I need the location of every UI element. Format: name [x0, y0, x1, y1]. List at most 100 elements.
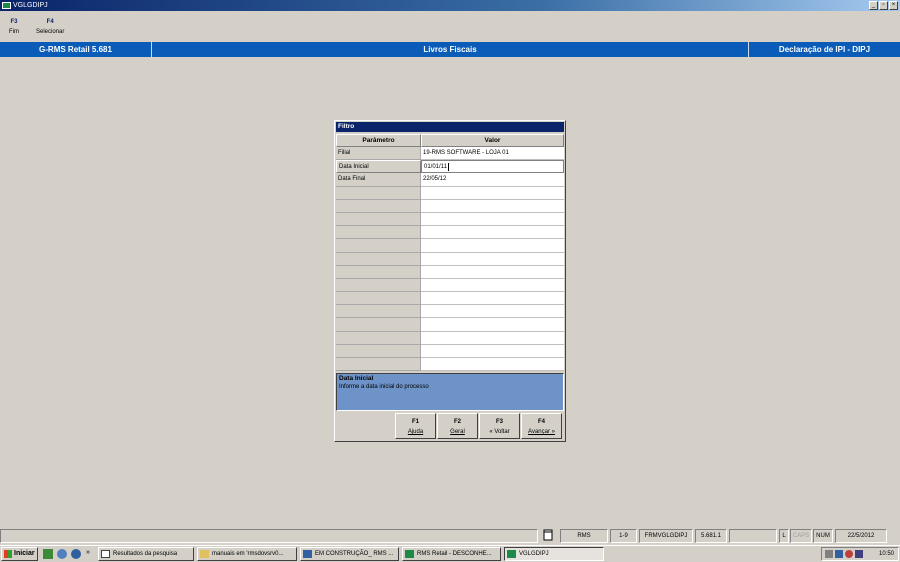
param-data-final: Data Final	[336, 173, 421, 187]
task-label: RMS Retail - DESCONHE...	[417, 551, 492, 557]
ajuda-label: Ajuda	[407, 429, 424, 435]
window-title-bar: VGLGDIPJ _ ▫ ×	[0, 0, 900, 11]
table-row[interactable]	[336, 265, 564, 279]
empty-value-cell[interactable]	[421, 344, 564, 358]
empty-value-cell[interactable]	[421, 292, 564, 306]
status-range: 1-9	[610, 529, 637, 543]
selecionar-key: F4	[46, 19, 54, 25]
volume-icon[interactable]	[855, 550, 863, 558]
description-title: Data Inicial	[339, 375, 374, 382]
status-blank	[729, 529, 777, 543]
status-module: RMS	[560, 529, 608, 543]
ajuda-key: F1	[411, 419, 419, 425]
empty-param-cell	[336, 292, 421, 306]
table-row[interactable]	[336, 278, 564, 293]
security-icon[interactable]	[845, 550, 853, 558]
data-inicial-value: 01/01/11	[424, 164, 447, 171]
taskbar-item[interactable]: RMS Retail - DESCONHE...	[402, 547, 501, 561]
folder-icon	[200, 550, 209, 558]
empty-param-cell	[336, 252, 421, 266]
fim-label: Fim	[9, 29, 19, 35]
empty-value-cell[interactable]	[421, 305, 564, 319]
table-row[interactable]	[336, 199, 564, 213]
empty-value-cell[interactable]	[421, 331, 564, 345]
table-row[interactable]: Data Final 22/05/12	[336, 173, 564, 187]
window-title: VGLGDIPJ	[13, 2, 48, 9]
printer-icon[interactable]	[825, 550, 833, 558]
browser-icon[interactable]	[71, 549, 81, 559]
table-row[interactable]	[336, 358, 564, 372]
network-icon[interactable]	[835, 550, 843, 558]
geral-label: Geral	[450, 429, 465, 435]
empty-value-cell[interactable]	[421, 199, 564, 213]
system-tray: 10:50	[821, 547, 899, 561]
table-row[interactable]	[336, 305, 564, 319]
voltar-button[interactable]: F3 « Voltar	[479, 413, 520, 439]
table-row[interactable]	[336, 292, 564, 306]
status-version: 5.681.1	[695, 529, 727, 543]
status-message	[0, 529, 538, 543]
fim-button[interactable]: F3 Fim	[9, 17, 19, 37]
empty-value-cell[interactable]	[421, 358, 564, 372]
data-inicial-input[interactable]: 01/01/11	[421, 160, 564, 174]
table-row[interactable]	[336, 344, 564, 358]
empty-param-cell	[336, 331, 421, 345]
empty-value-cell[interactable]	[421, 265, 564, 279]
maximize-button[interactable]: ▫	[879, 1, 888, 10]
start-button[interactable]: Iniciar	[1, 547, 38, 561]
table-row[interactable]	[336, 252, 564, 266]
empty-value-cell[interactable]	[421, 239, 564, 253]
table-row[interactable]: Data Inicial 01/01/11	[336, 160, 564, 174]
empty-param-cell	[336, 226, 421, 240]
table-row[interactable]	[336, 318, 564, 332]
excel-icon[interactable]	[43, 549, 53, 559]
empty-value-cell[interactable]	[421, 278, 564, 293]
document-icon	[540, 529, 556, 543]
description-text: Informe a data inicial do processo	[339, 384, 429, 390]
table-row[interactable]	[336, 226, 564, 240]
table-row[interactable]	[336, 331, 564, 345]
app-icon	[2, 2, 11, 9]
empty-value-cell[interactable]	[421, 186, 564, 200]
param-data-inicial: Data Inicial	[336, 160, 421, 174]
empty-param-cell	[336, 212, 421, 227]
fim-key: F3	[10, 19, 18, 25]
filter-grid: Parâmetro Valor Filial 19-RMS SOFTWARE -…	[336, 134, 564, 372]
task-label: VGLGDIPJ	[519, 551, 549, 557]
table-row[interactable]	[336, 239, 564, 253]
filter-dialog: Filtro Parâmetro Valor Filial 19-RMS SOF…	[334, 120, 566, 442]
value-filial[interactable]: 19-RMS SOFTWARE - LOJA 01	[421, 147, 564, 161]
value-data-final[interactable]: 22/05/12	[421, 173, 564, 187]
selecionar-button[interactable]: F4 Selecionar	[36, 17, 64, 37]
parameter-description: Data Inicial Informe a data inicial do p…	[336, 373, 564, 411]
chevron-right-icon[interactable]: »	[86, 549, 94, 559]
empty-value-cell[interactable]	[421, 252, 564, 266]
geral-key: F2	[453, 419, 461, 425]
geral-button[interactable]: F2 Geral	[437, 413, 478, 439]
minimize-button[interactable]: _	[869, 1, 878, 10]
empty-value-cell[interactable]	[421, 318, 564, 332]
taskbar-item[interactable]: EM CONSTRUÇÃO_ RMS ...	[300, 547, 399, 561]
ie-icon[interactable]	[57, 549, 67, 559]
empty-param-cell	[336, 265, 421, 279]
status-l: L	[779, 529, 789, 543]
taskbar-item-active[interactable]: VGLGDIPJ	[504, 547, 604, 561]
table-row[interactable]	[336, 212, 564, 227]
avancar-key: F4	[537, 419, 545, 425]
screen-name: Declaração de IPI - DIPJ	[778, 45, 871, 54]
taskbar-item[interactable]: manuais em 'rmsdovsrv0...	[197, 547, 297, 561]
task-label: Resultados da pesquisa	[113, 551, 178, 557]
table-row[interactable]	[336, 186, 564, 200]
column-header-param: Parâmetro	[336, 134, 421, 147]
ajuda-button[interactable]: F1 Ajuda	[395, 413, 436, 439]
empty-param-cell	[336, 239, 421, 253]
avancar-button[interactable]: F4 Avançar »	[521, 413, 562, 439]
empty-value-cell[interactable]	[421, 226, 564, 240]
taskbar-item[interactable]: Resultados da pesquisa	[98, 547, 194, 561]
status-num: NUM	[813, 529, 833, 543]
status-date: 22/5/2012	[835, 529, 887, 543]
status-form: FRMVGLGDIPJ	[639, 529, 693, 543]
close-button[interactable]: ×	[889, 1, 898, 10]
table-row[interactable]: Filial 19-RMS SOFTWARE - LOJA 01	[336, 147, 564, 161]
empty-value-cell[interactable]	[421, 212, 564, 227]
